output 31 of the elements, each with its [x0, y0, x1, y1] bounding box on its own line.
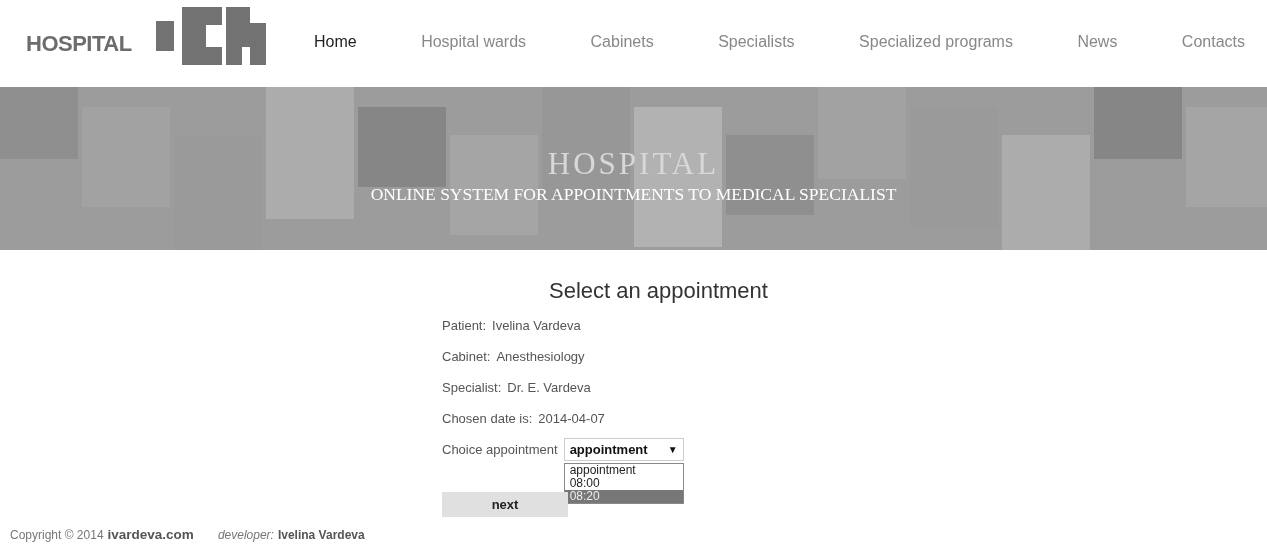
field-label: Specialist:: [442, 380, 502, 395]
logo-icon: [155, 6, 266, 65]
copyright-text: Copyright © 2014: [10, 528, 104, 542]
site-link[interactable]: ivardeva.com: [107, 527, 194, 542]
developer-name: Ivelina Vardeva: [277, 528, 365, 542]
field-value: Dr. E. Vardeva: [507, 380, 591, 395]
banner-subtitle: ONLINE SYSTEM FOR APPOINTMENTS TO MEDICAL SPECIALIST: [370, 184, 897, 205]
nav-link[interactable]: Hospital wards: [421, 32, 527, 51]
field-label: Cabinet:: [442, 349, 491, 364]
nav-link[interactable]: Contacts: [1181, 32, 1245, 51]
field-label: Patient:: [442, 318, 487, 333]
dropdown-option[interactable]: 08:00: [564, 477, 683, 490]
next-button[interactable]: next: [442, 492, 568, 517]
field-label: Chosen date is:: [442, 411, 533, 426]
nav-link[interactable]: News: [1077, 32, 1118, 51]
field-value: 2014-04-07: [538, 411, 605, 426]
page-heading: Select an appointment: [548, 278, 769, 304]
field-label: Choice appointment: [442, 442, 558, 457]
developer-label: developer:: [217, 528, 274, 542]
field-value: Ivelina Vardeva: [492, 318, 581, 333]
appointment-dropdown[interactable]: appointment ▼: [563, 438, 684, 461]
nav-link[interactable]: Home: [314, 32, 357, 51]
nav-link[interactable]: Specialized programs: [859, 32, 1013, 51]
nav-link[interactable]: Specialists: [718, 32, 795, 51]
dropdown-option[interactable]: appointment: [564, 464, 683, 477]
dropdown-option[interactable]: 08:20: [564, 490, 683, 503]
nav-link[interactable]: Cabinets: [590, 32, 654, 51]
banner-title: HOSPITAL: [547, 146, 720, 182]
field-value: Anesthesiology: [496, 349, 585, 364]
caret-icon: ▼: [667, 442, 678, 457]
logo-text: HOSPITAL: [26, 30, 132, 57]
